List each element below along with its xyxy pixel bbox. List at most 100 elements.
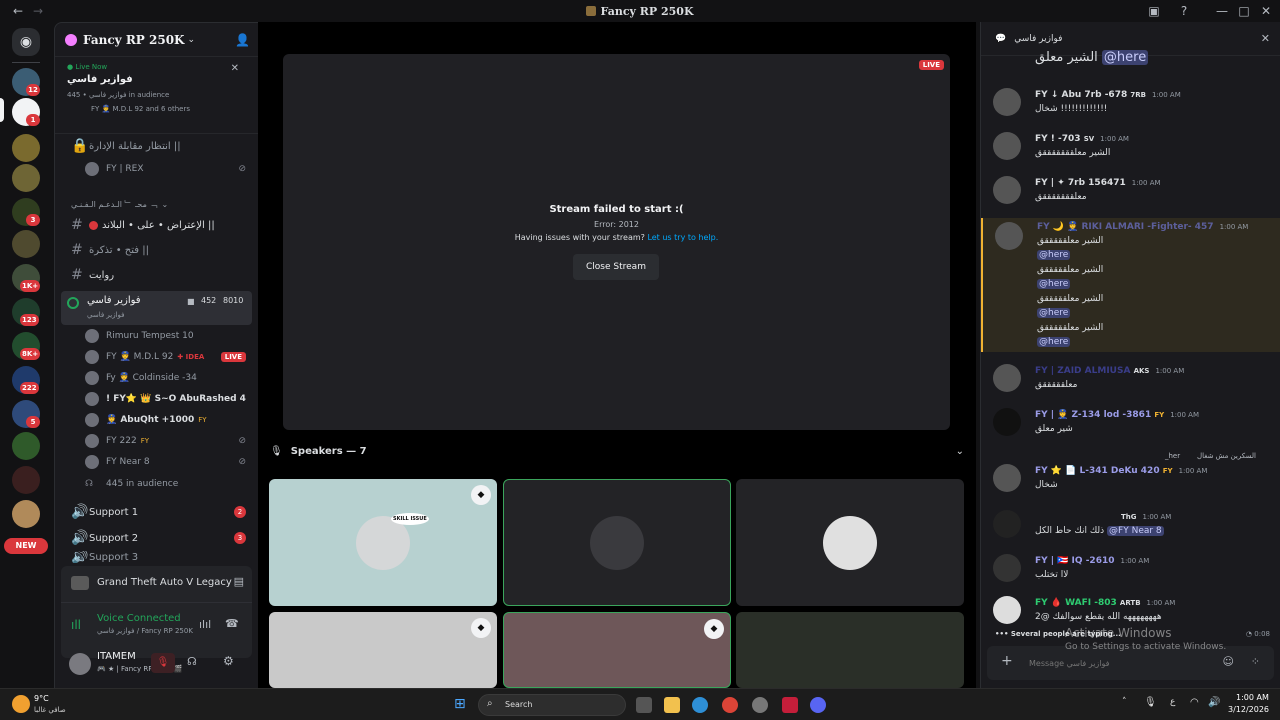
chevron-up-icon[interactable]: ˄: [1122, 697, 1127, 707]
close-stream-button[interactable]: Close Stream: [573, 254, 659, 280]
discord-taskbar-icon[interactable]: [810, 697, 826, 713]
invite-people-icon[interactable]: 👤: [235, 33, 250, 47]
minimize-icon[interactable]: —: [1214, 3, 1230, 19]
voice-user[interactable]: FY 👮 M.D.L 92 ✚ IDEA LIVE: [85, 348, 252, 366]
voice-user[interactable]: FY 222 FY ⊘: [85, 432, 252, 450]
app-icon-red[interactable]: [782, 697, 798, 713]
add-attachment-icon[interactable]: +: [1001, 653, 1013, 669]
channel-support-3[interactable]: 🔊 Support 3: [61, 551, 252, 563]
mention[interactable]: @here: [1037, 279, 1071, 289]
message-author[interactable]: ThG 1:00 AM: [1121, 512, 1171, 522]
message-author[interactable]: FY 🩸 WAFI -803 ARTB 1:00 AM: [1035, 598, 1175, 608]
audience-count[interactable]: ☊ 445 in audience: [85, 475, 252, 493]
speaker-tile[interactable]: SKILL ISSUE ◆: [269, 479, 497, 606]
avatar[interactable]: [993, 554, 1021, 582]
headphones-icon[interactable]: ☊: [187, 655, 197, 668]
inbox-icon[interactable]: ▣: [1146, 3, 1162, 19]
stage-channel-active[interactable]: فوازير فاسي فوازير فاسي ■ 452 8010: [61, 291, 252, 325]
help-icon[interactable]: ?: [1176, 3, 1192, 19]
server-icon-4[interactable]: [12, 164, 40, 192]
gear-icon[interactable]: ⚙: [223, 654, 234, 668]
mention[interactable]: @here: [1037, 337, 1071, 347]
avatar[interactable]: [995, 222, 1023, 250]
message-input[interactable]: [1029, 654, 1209, 672]
mic-icon[interactable]: 🎙: [1144, 697, 1157, 708]
avatar[interactable]: [993, 176, 1021, 204]
avatar[interactable]: [993, 464, 1021, 492]
mention[interactable]: @FY Near 8: [1107, 526, 1164, 536]
message-author[interactable]: FY ⭐ 📄 L-341 DeKu 420 FY 1:00 AM: [1035, 466, 1207, 476]
apps-icon[interactable]: ⁘: [1251, 655, 1260, 668]
task-view-icon[interactable]: [636, 697, 652, 713]
message-author[interactable]: FY | ✦ 7rb 156471 1:00 AM: [1035, 178, 1161, 188]
mention[interactable]: @here: [1037, 250, 1071, 260]
avatar[interactable]: [993, 88, 1021, 116]
clock-time[interactable]: 1:00 AM: [1236, 693, 1269, 702]
speaker-tile[interactable]: [736, 612, 964, 688]
close-card-icon[interactable]: ✕: [231, 63, 239, 74]
voice-user[interactable]: Rimuru Tempest 10: [85, 327, 252, 345]
server-icon-13[interactable]: [12, 466, 40, 494]
voice-user[interactable]: ! FY⭐ 👑 S~O AbuRashed 4: [85, 390, 252, 408]
close-window-icon[interactable]: ✕: [1258, 3, 1274, 19]
message-author[interactable]: FY ! -703 SV 1:00 AM: [1035, 134, 1129, 144]
avatar[interactable]: [993, 408, 1021, 436]
channel-interview[interactable]: 🔒 انتظار مقابلة الإدارة ||: [61, 135, 252, 157]
noise-suppression-icon[interactable]: ılıl: [199, 618, 211, 631]
message-author[interactable]: FY | ZAID ALMIUSA AKS 1:00 AM: [1035, 366, 1184, 376]
disconnect-icon[interactable]: ☎: [225, 617, 239, 630]
taskbar-search[interactable]: ⌕ Search: [478, 694, 626, 716]
app-icon[interactable]: [752, 697, 768, 713]
voice-user[interactable]: Fy 👮 Coldinside -34: [85, 369, 252, 387]
speaker-tile[interactable]: ◆: [269, 612, 497, 688]
wifi-icon[interactable]: ◠: [1190, 697, 1199, 708]
message-author[interactable]: FY 🌙 👮 RIKI ALMARI -Fighter- 457 1:00 AM: [1037, 222, 1248, 232]
reply-preview[interactable]: السكرين مش شغال: [1197, 452, 1256, 460]
server-header[interactable]: Fancy RP 250K ⌄ 👤: [55, 23, 258, 57]
message-author[interactable]: FY ↓ Abu 7rb -678 7RB 1:00 AM: [1035, 90, 1181, 100]
message-author[interactable]: FY | 🇵🇷 IQ -2610 1:00 AM: [1035, 556, 1149, 566]
channel-stories[interactable]: # روايت: [61, 264, 252, 286]
voice-user[interactable]: FY | REX ⊘: [85, 160, 252, 178]
avatar[interactable]: [993, 510, 1021, 538]
live-now-card[interactable]: ● Live Now فوازير فاسي فوازير فاسي • 445…: [61, 59, 251, 127]
chevron-down-icon[interactable]: ⌄: [956, 446, 964, 457]
mention[interactable]: @here: [1037, 308, 1071, 318]
avatar[interactable]: [993, 364, 1021, 392]
new-badge[interactable]: NEW: [4, 538, 48, 554]
mention[interactable]: @here: [1101, 50, 1149, 65]
server-icon-12[interactable]: [12, 432, 40, 460]
volume-icon[interactable]: 🔊: [1208, 697, 1220, 708]
avatar[interactable]: [69, 653, 91, 675]
channel-ticket[interactable]: # فتح • تذكرة ||: [61, 239, 252, 261]
speaker-tile[interactable]: [503, 479, 731, 606]
clock-date[interactable]: 3/12/2026: [1228, 705, 1269, 714]
stream-game-icon[interactable]: ▤: [234, 575, 244, 588]
help-link[interactable]: Let us try to help.: [647, 233, 718, 242]
message-author[interactable]: FY | 👮 Z-134 lod -3861 FY 1:00 AM: [1035, 410, 1199, 420]
voice-user[interactable]: 👮 AbuQht +1000 FY: [85, 411, 252, 429]
speaker-tile[interactable]: ◆: [503, 612, 731, 688]
server-icon-3[interactable]: [12, 134, 40, 162]
server-icon-6[interactable]: [12, 230, 40, 258]
voice-connected-label[interactable]: Voice Connected: [97, 613, 181, 624]
category-support[interactable]: محـ ﹂ الـدعـم الـفـنـي ﹁ ⌄: [61, 193, 252, 215]
chrome-icon[interactable]: [722, 697, 738, 713]
avatar[interactable]: [993, 596, 1021, 624]
close-chat-icon[interactable]: ✕: [1261, 32, 1270, 45]
server-icon-14[interactable]: [12, 500, 40, 528]
mute-mic-icon[interactable]: 🎙: [151, 653, 175, 673]
edge-icon[interactable]: [692, 697, 708, 713]
avatar[interactable]: [993, 132, 1021, 160]
emoji-icon[interactable]: ☺: [1223, 655, 1234, 668]
voice-user[interactable]: FY Near 8 ⊘: [85, 453, 252, 471]
discord-home-icon[interactable]: ◉: [12, 28, 40, 56]
input-language[interactable]: ع: [1170, 697, 1175, 707]
speaker-tile[interactable]: [736, 479, 964, 606]
channel-support-1[interactable]: 🔊 Support 1 2: [61, 501, 252, 523]
stream-player[interactable]: LIVE Stream failed to start :( Error: 20…: [283, 54, 950, 430]
file-explorer-icon[interactable]: [664, 697, 680, 713]
channel-support-2[interactable]: 🔊 Support 2 3: [61, 527, 252, 549]
windows-start-icon[interactable]: ⊞: [454, 696, 472, 714]
reply-user[interactable]: _her: [1165, 452, 1180, 460]
